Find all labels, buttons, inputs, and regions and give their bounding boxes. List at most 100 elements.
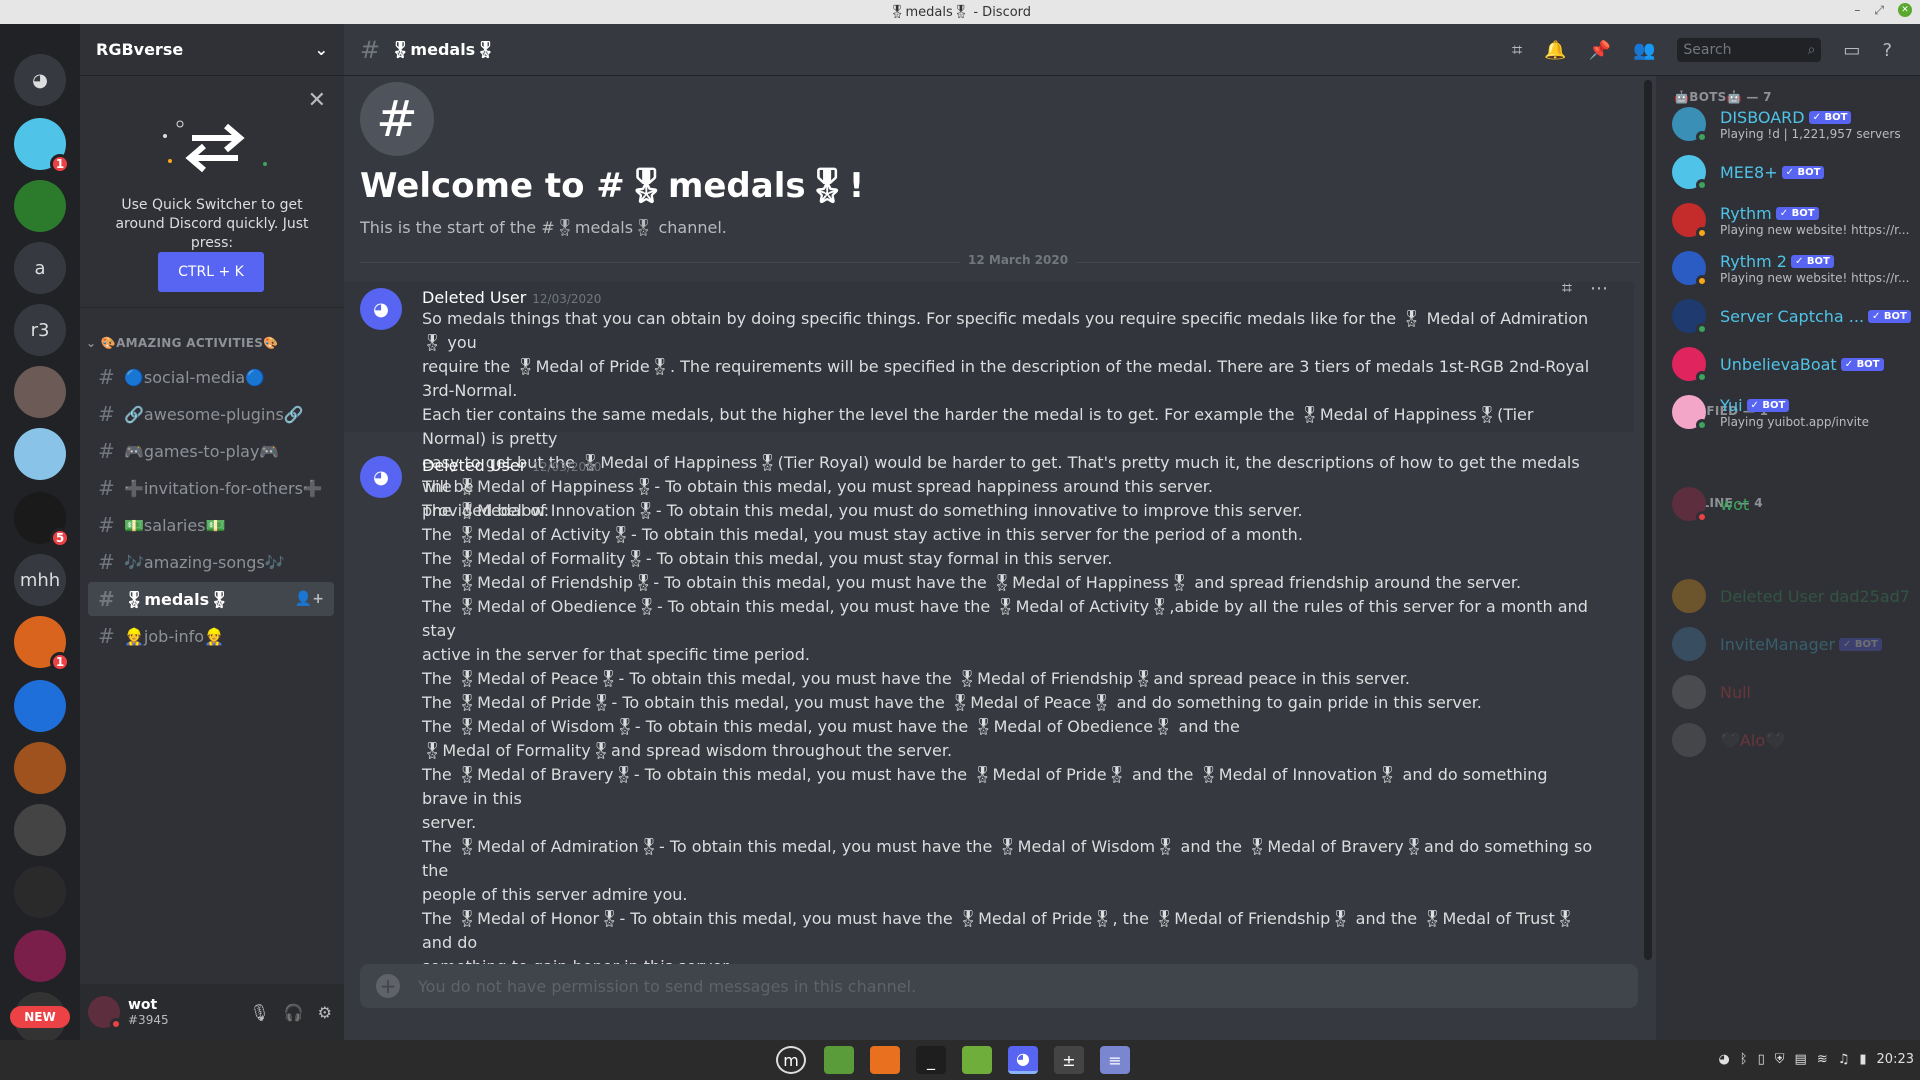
close-icon[interactable]: ✕ bbox=[1898, 3, 1912, 17]
member-item[interactable]: Rythm 2 ✓ BOT Playing new website! https:/… bbox=[1672, 246, 1912, 290]
new-badge[interactable]: NEW bbox=[10, 1006, 70, 1028]
hashtag-icon: # bbox=[98, 587, 115, 611]
inbox-icon[interactable]: ▭ bbox=[1843, 40, 1860, 61]
message-author[interactable]: Deleted User bbox=[422, 456, 526, 475]
member-item[interactable]: UnbelievaBoat ✓ BOT bbox=[1672, 342, 1912, 386]
music-icon[interactable]: ♫ bbox=[1838, 1052, 1850, 1067]
clock[interactable]: 20:23 bbox=[1877, 1052, 1914, 1067]
battery-icon[interactable]: ▮ bbox=[1859, 1052, 1866, 1067]
member-item[interactable]: wot bbox=[1672, 482, 1912, 526]
ctrl-k-button[interactable]: CTRL + K bbox=[158, 252, 264, 292]
clipboard-icon[interactable]: ▯ bbox=[1758, 1052, 1765, 1067]
discord-home-icon[interactable]: ◕ bbox=[14, 54, 66, 106]
category-header[interactable]: ⌄ 🎨AMAZING ACTIVITIES🎨 bbox=[86, 336, 278, 350]
discord-logo-icon[interactable]: ◕ bbox=[360, 456, 402, 498]
discord-taskbar-icon[interactable]: ◕ bbox=[1008, 1046, 1038, 1074]
message[interactable]: ◕ Deleted User 12/03/2020 The 🎖Medal of H… bbox=[344, 450, 1634, 986]
close-icon[interactable]: ✕ bbox=[308, 88, 326, 113]
server-icon[interactable]: mhh bbox=[14, 554, 66, 606]
avatar bbox=[1672, 723, 1706, 757]
server-icon[interactable] bbox=[14, 804, 66, 856]
message-author[interactable]: Deleted User bbox=[422, 288, 526, 307]
server-icon[interactable] bbox=[14, 366, 66, 418]
avatar[interactable] bbox=[88, 996, 122, 1030]
firefox-icon[interactable] bbox=[870, 1046, 900, 1074]
hashtag-icon: # bbox=[98, 439, 115, 463]
os-taskbar: m _ ◕ ± ≡ ◕ ᛒ ▯ ⛨ ▤ ≋ ♫ ▮ 20:23 bbox=[0, 1040, 1920, 1080]
bluetooth-icon[interactable]: ᛒ bbox=[1740, 1052, 1748, 1067]
server-header[interactable]: RGBverse ⌄ bbox=[80, 24, 344, 76]
channel-item[interactable]: # 👷job-info👷 bbox=[88, 619, 334, 653]
search-input[interactable]: Search ⌕ bbox=[1677, 38, 1822, 62]
member-item[interactable]: Rythm ✓ BOT Playing new website! https://r… bbox=[1672, 198, 1912, 242]
shield-icon[interactable]: ⛨ bbox=[1775, 1052, 1785, 1067]
member-activity: Playing !d | 1,221,957 servers bbox=[1720, 126, 1901, 141]
member-item[interactable]: MEE8+ ✓ BOT bbox=[1672, 150, 1912, 194]
member-item[interactable]: DISBOARD ✓ BOT Playing !d | 1,221,957 serv… bbox=[1672, 102, 1912, 146]
member-name: Yui bbox=[1720, 395, 1743, 415]
minimize-icon[interactable]: – bbox=[1854, 3, 1860, 18]
channel-name: 👷job-info👷 bbox=[124, 626, 225, 646]
pin-icon[interactable]: 📌 bbox=[1589, 40, 1611, 61]
discord-tray-icon[interactable]: ◕ bbox=[1718, 1052, 1729, 1067]
help-icon[interactable]: ? bbox=[1882, 40, 1892, 61]
member-item[interactable]: Null bbox=[1672, 670, 1912, 714]
gear-icon[interactable]: ⚙ bbox=[318, 1003, 332, 1022]
channel-name: 🎮games-to-play🎮 bbox=[124, 441, 280, 461]
server-icon[interactable] bbox=[14, 866, 66, 918]
members-icon[interactable]: 👥 bbox=[1633, 40, 1655, 61]
terminal-icon[interactable]: _ bbox=[916, 1046, 946, 1074]
member-item[interactable]: Yui ✓ BOT Playing yuibot.app/invite bbox=[1672, 390, 1912, 434]
channel-item[interactable]: # 🎖medals🎖 👤+ bbox=[88, 582, 334, 616]
threads-icon[interactable]: ⌗ bbox=[1512, 40, 1522, 61]
channel-item[interactable]: # 🎮games-to-play🎮 bbox=[88, 434, 334, 468]
folder-icon[interactable] bbox=[824, 1046, 854, 1074]
bell-icon[interactable]: 🔔 bbox=[1544, 40, 1566, 61]
message-timestamp: 12/03/2020 bbox=[532, 460, 602, 474]
create-invite-icon[interactable]: 👤+ bbox=[295, 591, 324, 607]
headphones-icon[interactable]: 🎧 bbox=[284, 1003, 304, 1022]
channel-item[interactable]: # 🔗awesome-plugins🔗 bbox=[88, 397, 334, 431]
server-icon[interactable] bbox=[14, 742, 66, 794]
text-editor-icon[interactable]: ≡ bbox=[1100, 1046, 1130, 1074]
avatar bbox=[1672, 155, 1708, 191]
server-icon[interactable] bbox=[14, 680, 66, 732]
channel-item[interactable]: # 💵salaries💵 bbox=[88, 508, 334, 542]
more-options-icon[interactable]: ⋯ bbox=[1590, 278, 1608, 299]
server-icon[interactable]: a bbox=[14, 242, 66, 294]
server-icon[interactable] bbox=[14, 428, 66, 480]
channel-item[interactable]: # 🎶amazing-songs🎶 bbox=[88, 545, 334, 579]
maximize-icon[interactable]: ⤢ bbox=[1874, 3, 1884, 18]
menu-icon[interactable]: m bbox=[776, 1046, 806, 1074]
message[interactable]: ◕ ⌗ ⋯ Deleted User 12/03/2020 So medals th… bbox=[344, 278, 1634, 520]
notes-icon[interactable]: ▤ bbox=[1795, 1052, 1807, 1067]
wifi-icon[interactable]: ≋ bbox=[1817, 1052, 1828, 1067]
channel-item[interactable]: # 🔵social-media🔵 bbox=[88, 360, 334, 394]
member-item[interactable]: 🖤Alo🖤 bbox=[1672, 718, 1912, 762]
member-name: DISBOARD bbox=[1720, 107, 1805, 127]
server-icon[interactable]: r3 bbox=[14, 304, 66, 356]
discord-logo-icon[interactable]: ◕ bbox=[360, 288, 402, 330]
hashtag-icon: # bbox=[98, 624, 115, 648]
files-icon[interactable] bbox=[962, 1046, 992, 1074]
plus-icon[interactable]: + bbox=[376, 974, 400, 998]
member-item[interactable]: InviteManager ✓ BOT bbox=[1672, 622, 1912, 666]
scrollbar[interactable] bbox=[1644, 80, 1652, 960]
avatar bbox=[1672, 203, 1708, 239]
member-item[interactable]: Deleted User dad25ad7 bbox=[1672, 574, 1912, 618]
message-composer[interactable]: + You do not have permission to send mes… bbox=[360, 964, 1638, 1008]
microphone-icon[interactable]: 🎙 bbox=[249, 1003, 269, 1022]
channel-item[interactable]: # ➕invitation-for-others➕ bbox=[88, 471, 334, 505]
member-item[interactable]: Server Captcha ... ✓ BOT bbox=[1672, 294, 1912, 338]
message-text: So medals things that you can obtain by … bbox=[422, 309, 1589, 352]
create-thread-icon[interactable]: ⌗ bbox=[1562, 278, 1572, 299]
server-icon[interactable] bbox=[14, 180, 66, 232]
chevron-down-icon: ⌄ bbox=[314, 40, 328, 59]
server-icon[interactable] bbox=[14, 930, 66, 982]
chat-header: # 🎖medals🎖 ⌗ 🔔 📌 👥 Search ⌕ ▭ ? bbox=[344, 24, 1920, 76]
server-icon[interactable]: 1 bbox=[14, 616, 70, 672]
server-icon[interactable]: 5 bbox=[14, 492, 70, 548]
server-icon[interactable]: 1 bbox=[14, 118, 70, 174]
calculator-icon[interactable]: ± bbox=[1054, 1046, 1084, 1074]
member-name: Server Captcha ... bbox=[1720, 306, 1865, 326]
